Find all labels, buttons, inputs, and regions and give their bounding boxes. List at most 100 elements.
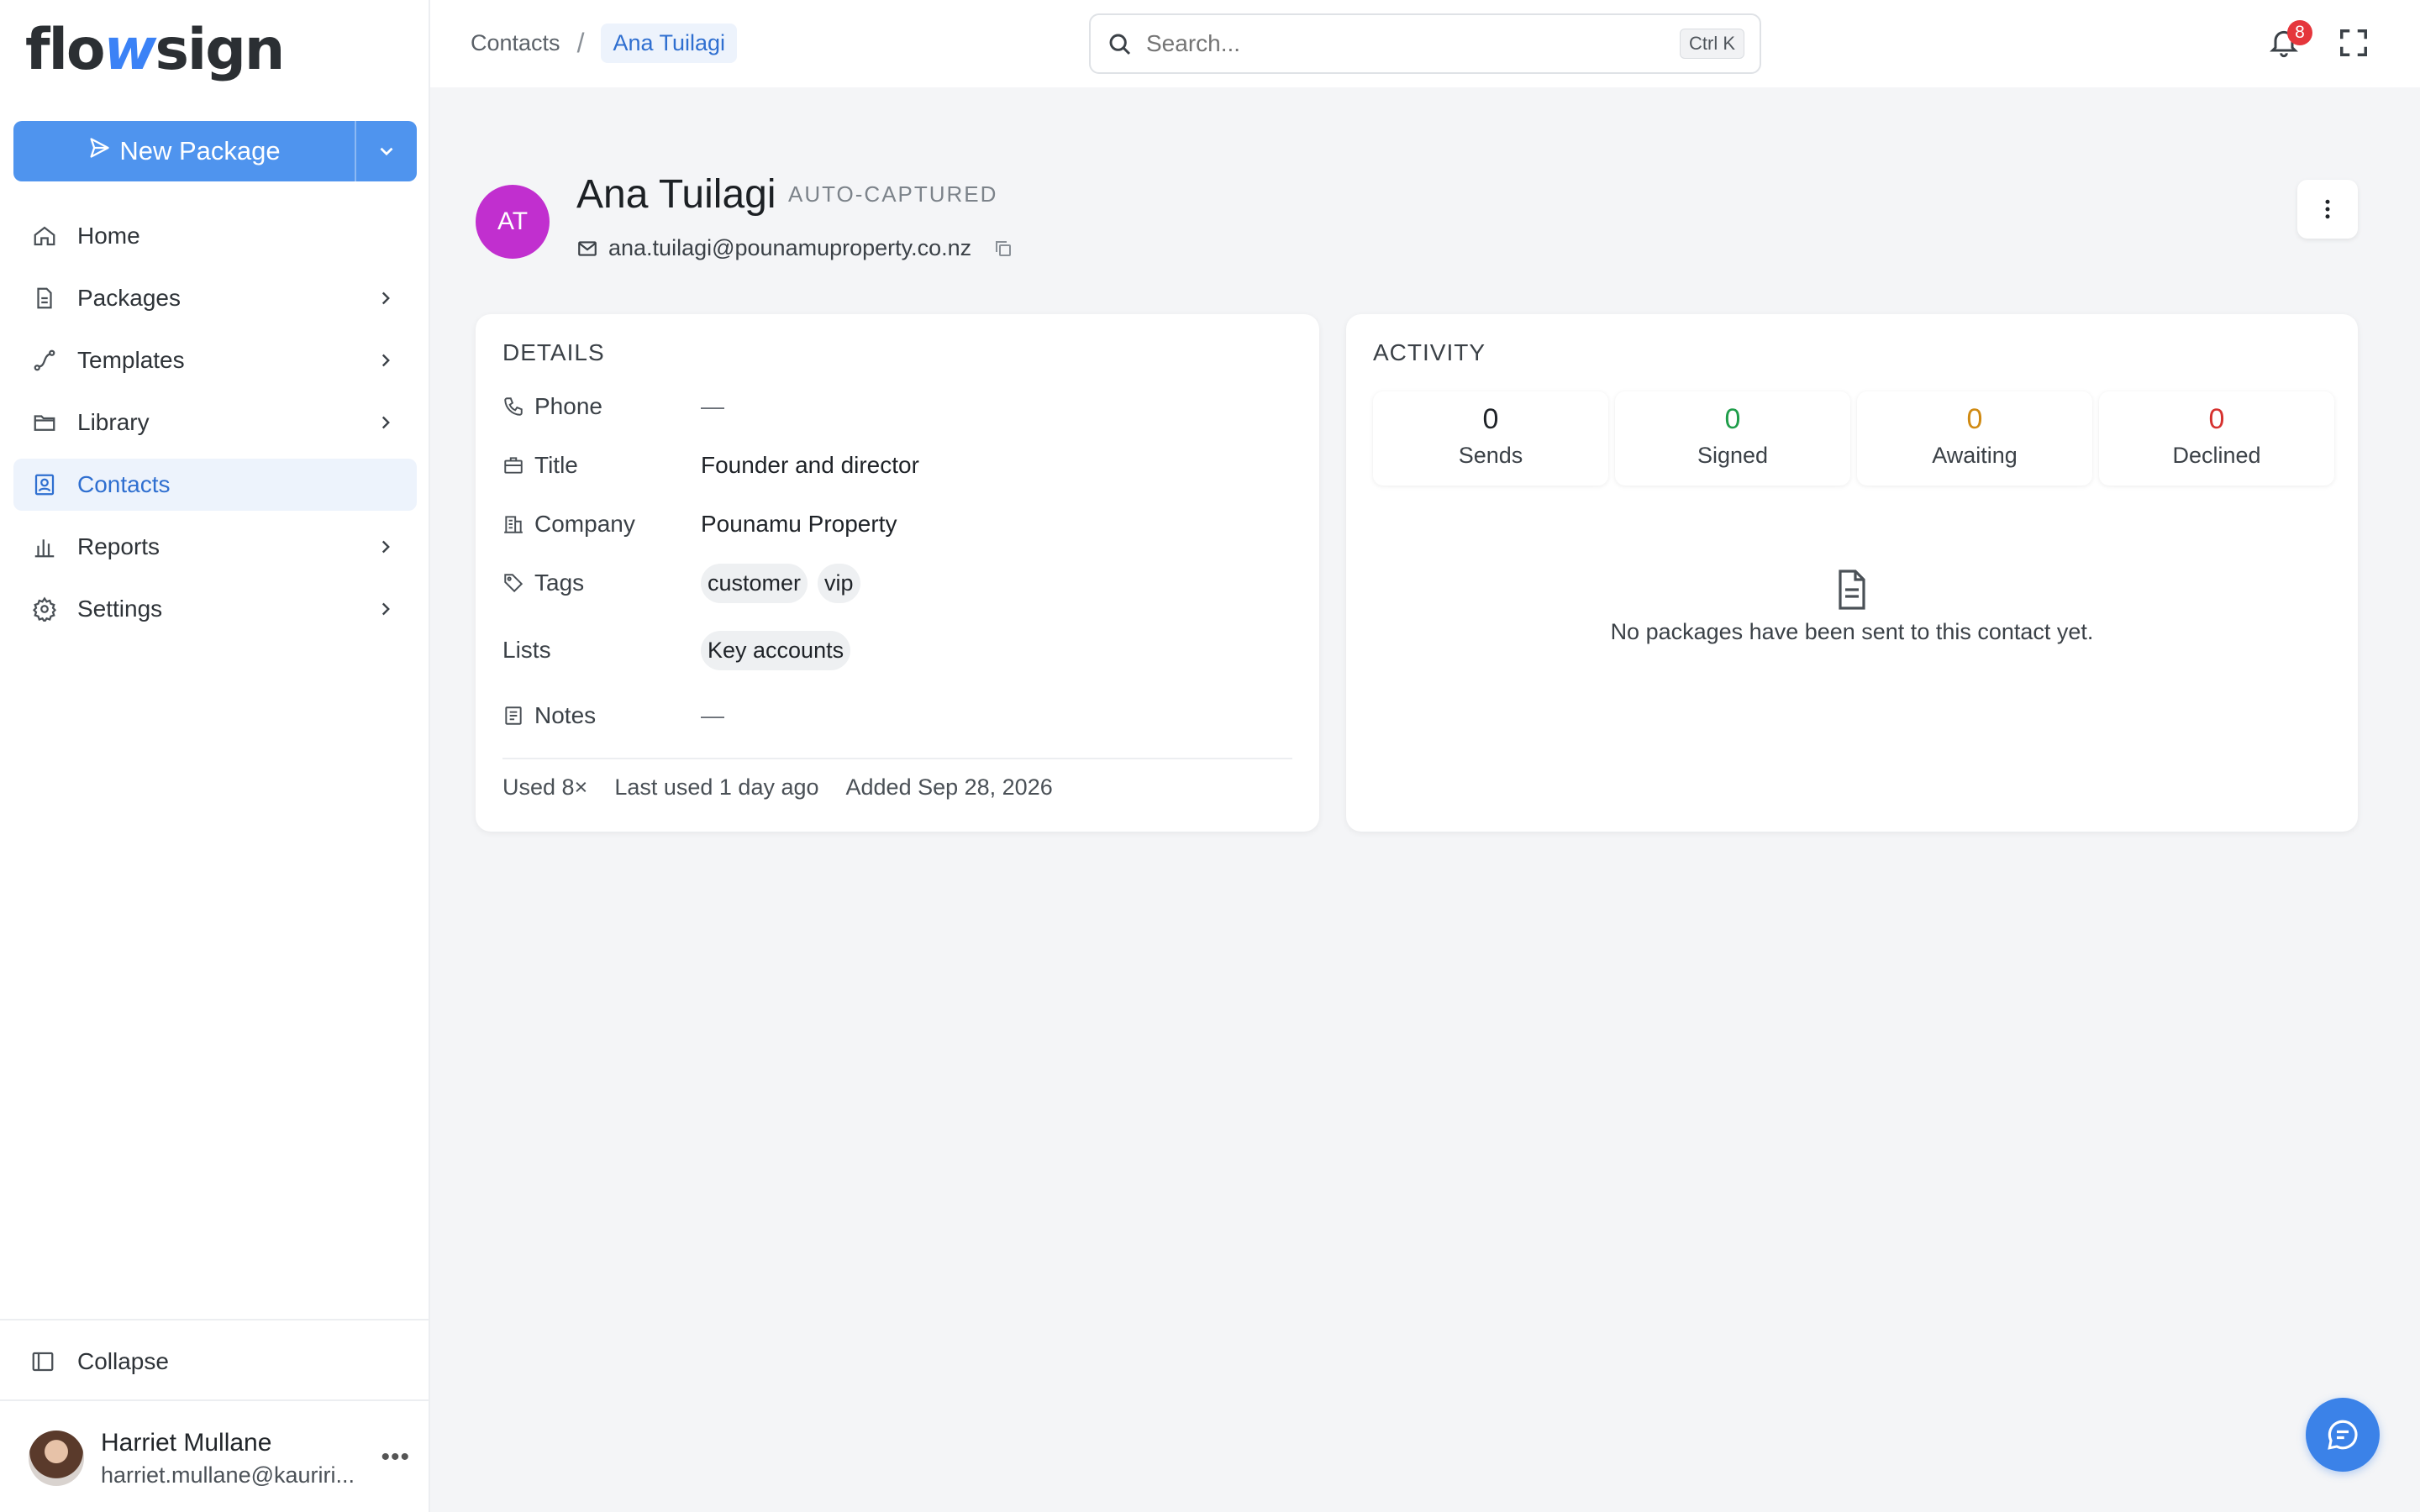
copy-icon[interactable] [993, 239, 1013, 259]
folder-icon [30, 408, 59, 437]
briefcase-icon [502, 454, 528, 476]
new-package-split-button: New Package [13, 121, 417, 181]
title-row: Title Founder and director [502, 449, 1292, 482]
sidebar-item-settings[interactable]: Settings [13, 583, 417, 635]
bar-chart-icon [30, 533, 59, 561]
stat-signed: 0 Signed [1615, 391, 1850, 486]
breadcrumb-contacts[interactable]: Contacts [471, 30, 560, 56]
mail-icon [576, 238, 598, 260]
tag-chip[interactable]: vip [818, 563, 860, 603]
details-title: DETAILS [502, 339, 605, 365]
notes-row: Notes — [502, 699, 1292, 732]
sidebar-item-templates[interactable]: Templates [13, 334, 417, 386]
company-row: Company Pounamu Property [502, 507, 1292, 541]
new-package-dropdown-button[interactable] [356, 121, 417, 181]
added-date: Added Sep 28, 2026 [845, 774, 1053, 800]
sidebar-item-library[interactable]: Library [13, 396, 417, 449]
sidebar-item-label: Library [77, 409, 150, 435]
new-package-label: New Package [119, 136, 281, 165]
stat-label: Awaiting [1932, 443, 2018, 468]
lists-row: Lists Key accounts [502, 630, 1292, 670]
collapse-label: Collapse [77, 1348, 169, 1374]
tags-row: Tags customer vip [502, 563, 1292, 603]
sidebar-item-packages[interactable]: Packages [13, 272, 417, 324]
tag-chip[interactable]: customer [701, 563, 808, 603]
notes-value: — [701, 702, 724, 728]
chat-support-button[interactable] [2306, 1398, 2380, 1472]
list-chip[interactable]: Key accounts [701, 630, 851, 670]
send-icon [87, 136, 111, 166]
notes-icon [502, 705, 528, 727]
company-label: Company [534, 511, 635, 537]
search-input[interactable] [1146, 30, 1680, 57]
empty-message: No packages have been sent to this conta… [1610, 619, 2094, 644]
more-actions-button[interactable] [2297, 180, 2358, 239]
stat-value: 0 [1724, 403, 1741, 435]
stat-awaiting: 0 Awaiting [1857, 391, 2092, 486]
phone-label: Phone [534, 393, 602, 419]
notes-label: Notes [534, 702, 597, 728]
divider [0, 1399, 430, 1401]
company-value: Pounamu Property [701, 511, 897, 537]
last-used: Last used 1 day ago [614, 774, 819, 800]
sidebar-nav: Home Packages Templates Library Contacts… [13, 210, 417, 645]
chevron-right-icon [375, 598, 397, 626]
activity-card: ACTIVITY 0 Sends 0 Signed 0 Awaiting 0 D… [1346, 314, 2358, 832]
sidebar: flowsign New Package Home Packages Templ… [0, 0, 430, 1512]
search-box[interactable]: Ctrl K [1089, 13, 1761, 74]
new-package-button[interactable]: New Package [13, 121, 355, 181]
more-vertical-icon [2325, 199, 2330, 219]
more-horizontal-icon[interactable]: ••• [381, 1443, 410, 1472]
stat-label: Declined [2172, 443, 2261, 468]
sidebar-collapse-icon [30, 1349, 59, 1374]
phone-row: Phone — [502, 390, 1292, 423]
activity-title: ACTIVITY [1373, 339, 1486, 365]
stat-label: Sends [1458, 443, 1523, 468]
user-avatar [29, 1431, 84, 1486]
building-icon [502, 513, 528, 535]
sidebar-footer: Collapse Harriet Mullane harriet.mullane… [0, 1319, 430, 1512]
used-count: Used 8× [502, 774, 588, 800]
activity-stats: 0 Sends 0 Signed 0 Awaiting 0 Declined [1373, 391, 2334, 486]
sidebar-item-reports[interactable]: Reports [13, 521, 417, 573]
breadcrumb-separator: / [576, 28, 585, 58]
notifications-button[interactable]: 8 [2267, 20, 2312, 62]
chevron-right-icon [375, 349, 397, 377]
breadcrumb: Contacts / Ana Tuilagi [471, 24, 738, 63]
divider [502, 758, 1292, 759]
stat-value: 0 [2208, 403, 2225, 435]
user-name: Harriet Mullane [101, 1428, 272, 1457]
lists-label: Lists [502, 637, 551, 663]
document-icon [30, 284, 59, 312]
sidebar-item-label: Reports [77, 533, 160, 559]
sidebar-item-label: Settings [77, 596, 163, 622]
auto-captured-tag: AUTO-CAPTURED [788, 181, 998, 207]
stat-sends: 0 Sends [1373, 391, 1608, 486]
title-value: Founder and director [701, 452, 919, 478]
chat-icon [2328, 1420, 2358, 1450]
phone-icon [502, 396, 528, 417]
stat-declined: 0 Declined [2099, 391, 2334, 486]
contact-name: Ana Tuilagi [576, 172, 776, 217]
flowsign-logo[interactable]: flowsign [25, 18, 285, 82]
tags-label: Tags [534, 570, 585, 596]
user-profile[interactable]: Harriet Mullane harriet.mullane@kauriri.… [29, 1418, 415, 1499]
chevron-down-icon [380, 147, 393, 156]
activity-empty-state: No packages have been sent to this conta… [1346, 568, 2358, 645]
chevron-right-icon [375, 287, 397, 315]
breadcrumb-current: Ana Tuilagi [601, 24, 738, 63]
sidebar-item-label: Home [77, 223, 140, 249]
contact-avatar: AT [476, 185, 550, 259]
sidebar-item-home[interactable]: Home [13, 210, 417, 262]
contact-book-icon [30, 470, 59, 499]
details-card: DETAILS Phone — Title Founder and direct… [476, 314, 1319, 832]
collapse-button[interactable]: Collapse [13, 1336, 417, 1388]
home-icon [30, 222, 59, 250]
sidebar-item-contacts[interactable]: Contacts [13, 459, 417, 511]
sidebar-item-label: Templates [77, 347, 185, 373]
details-footer: Used 8× Last used 1 day ago Added Sep 28… [502, 774, 1053, 801]
search-shortcut: Ctrl K [1680, 29, 1744, 59]
contact-email[interactable]: ana.tuilagi@pounamuproperty.co.nz [608, 235, 971, 261]
contact-email-row: ana.tuilagi@pounamuproperty.co.nz [576, 235, 1013, 261]
fullscreen-button[interactable] [2338, 27, 2371, 60]
